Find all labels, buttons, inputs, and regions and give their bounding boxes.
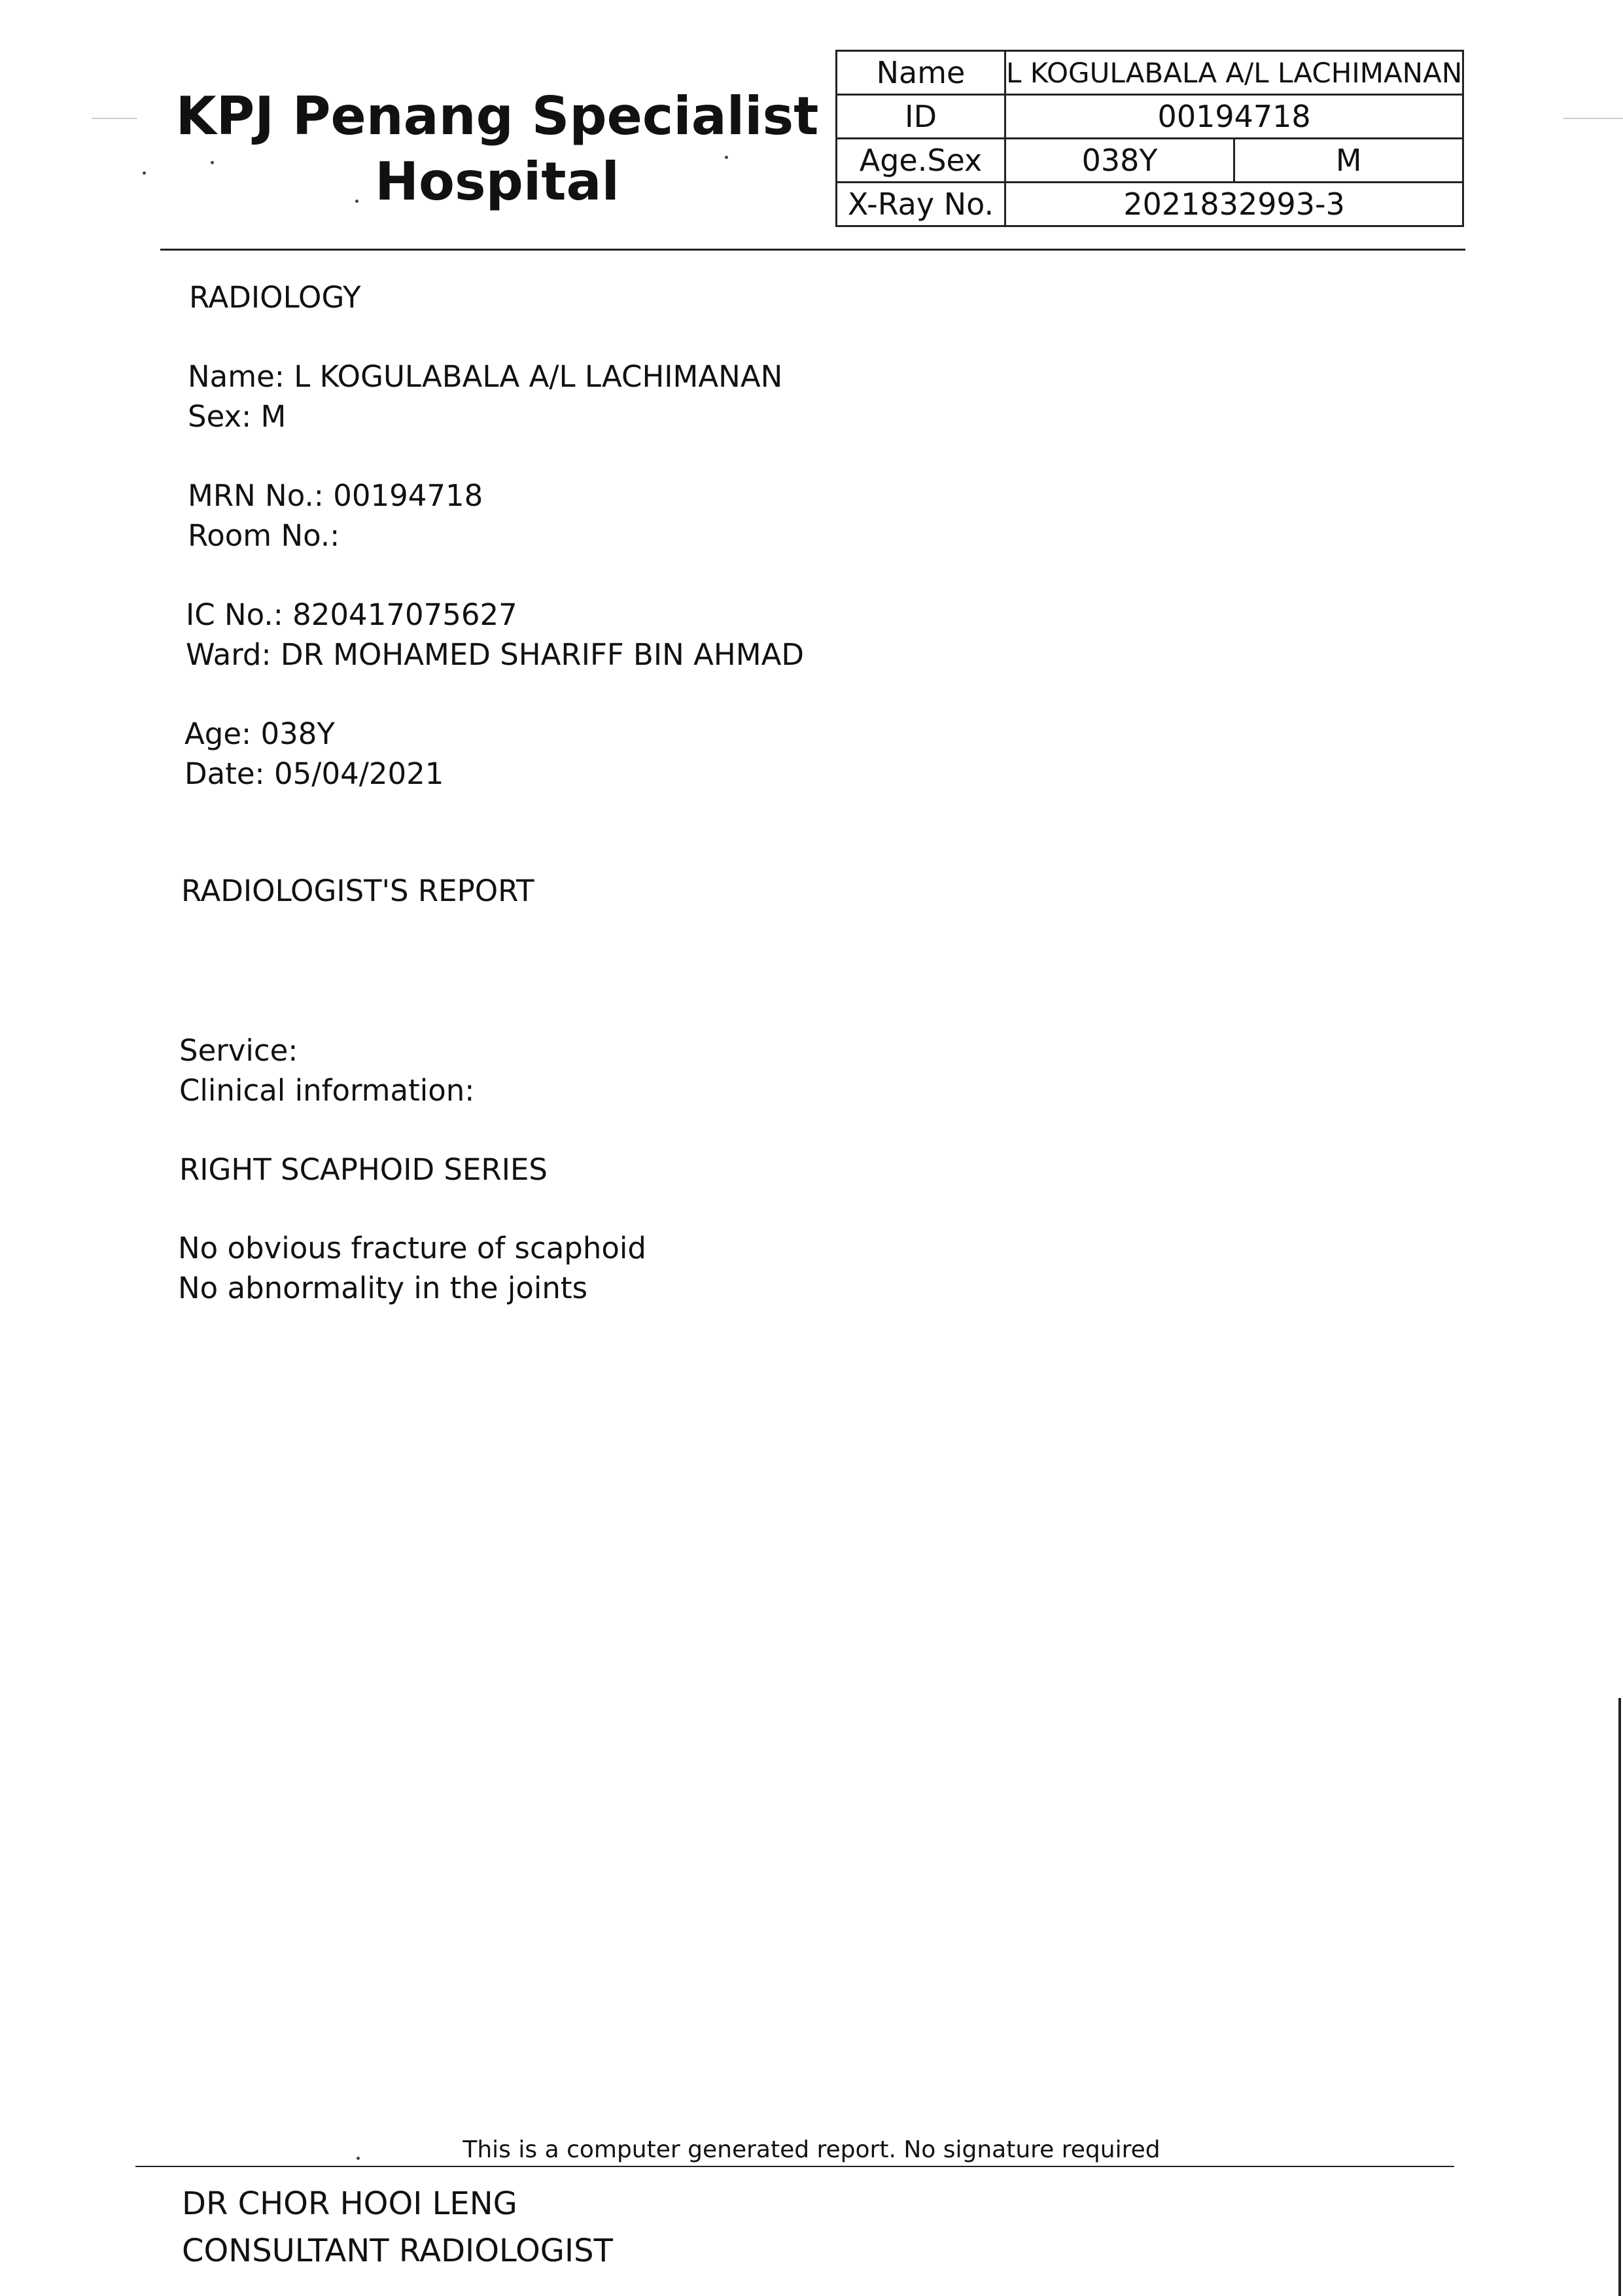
- age-value: 038Y: [1003, 137, 1236, 183]
- mrn-line: MRN No.: 00194718: [188, 478, 483, 513]
- finding-line-1: No obvious fracture of scaphoid: [178, 1231, 646, 1265]
- doctor-title: CONSULTANT RADIOLOGIST: [182, 2233, 613, 2269]
- age-line: Age: 038Y: [184, 716, 335, 751]
- scan-edge-shadow: [1618, 1698, 1621, 2296]
- finding-line-2: No abnormality in the joints: [178, 1271, 588, 1305]
- scan-artifact-line-right: [1563, 118, 1623, 119]
- exam-title: RIGHT SCAPHOID SERIES: [179, 1152, 548, 1187]
- patient-header-table: Name L KOGULABALA A/L LACHIMANAN ID 0019…: [835, 50, 1465, 227]
- department-heading: RADIOLOGY: [189, 280, 361, 315]
- hospital-name-line-2: Hospital: [375, 151, 620, 212]
- scan-artifact-dot: [143, 171, 146, 175]
- header-divider: [160, 249, 1465, 251]
- room-line: Room No.:: [188, 518, 340, 553]
- report-heading: RADIOLOGIST'S REPORT: [181, 874, 534, 908]
- xray-label: X-Ray No.: [835, 181, 1006, 227]
- sex-value: M: [1233, 137, 1465, 183]
- header-row-id: ID 00194718: [835, 94, 1465, 139]
- id-label: ID: [835, 94, 1006, 139]
- service-line: Service:: [179, 1033, 298, 1068]
- doctor-name: DR CHOR HOOI LENG: [182, 2185, 517, 2222]
- hospital-name-line-1: KPJ Penang Specialist: [175, 86, 819, 147]
- xray-value: 2021832993-3: [1003, 181, 1465, 227]
- ward-line: Ward: DR MOHAMED SHARIFF BIN AHMAD: [186, 637, 805, 672]
- hospital-name: KPJ Penang Specialist Hospital: [164, 84, 831, 215]
- scan-artifact-line-left: [92, 118, 137, 119]
- age-sex-label: Age.Sex: [835, 137, 1006, 183]
- patient-name-line: Name: L KOGULABALA A/L LACHIMANAN: [188, 359, 783, 394]
- header-row-name: Name L KOGULABALA A/L LACHIMANAN: [835, 50, 1465, 96]
- footer-divider: [135, 2166, 1454, 2167]
- ic-line: IC No.: 820417075627: [186, 597, 517, 632]
- name-value: L KOGULABALA A/L LACHIMANAN: [1003, 50, 1465, 96]
- computer-generated-note: This is a computer generated report. No …: [462, 2136, 1161, 2163]
- header-row-xray: X-Ray No. 2021832993-3: [835, 181, 1465, 227]
- patient-sex-line: Sex: M: [188, 399, 287, 434]
- date-line: Date: 05/04/2021: [184, 756, 444, 791]
- header-row-age-sex: Age.Sex 038Y M: [835, 137, 1465, 183]
- id-value: 00194718: [1003, 94, 1465, 139]
- clinical-information-line: Clinical information:: [179, 1073, 475, 1108]
- name-label: Name: [835, 50, 1006, 96]
